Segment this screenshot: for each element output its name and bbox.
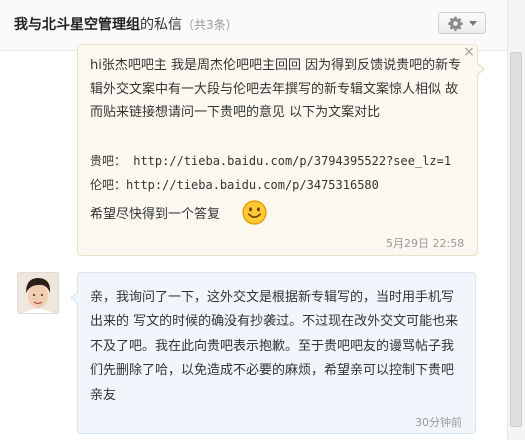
- sent-message-closing: 希望尽快得到一个答复: [90, 207, 221, 222]
- caret-down-icon: [469, 21, 477, 26]
- received-message-bubble: 亲，我询问了一下，这外交文是根据新专辑写的，当时用手机写出来的 写文的时候的确没…: [70, 272, 476, 434]
- close-icon[interactable]: ×: [462, 45, 476, 59]
- message-count: （共3条）: [182, 18, 238, 32]
- avatar[interactable]: [17, 272, 59, 314]
- conversation-name: 我与北斗星空管理组: [14, 17, 140, 33]
- smiley-face-emoji: [242, 200, 267, 225]
- received-message-time: 30分钟前: [415, 416, 462, 429]
- avatar-portrait-icon: [18, 273, 58, 313]
- title-suffix: 的私信: [140, 17, 182, 33]
- received-message-text: 亲，我询问了一下，这外交文是根据新专辑写的，当时用手机写出来的 写文的时候的确没…: [90, 290, 459, 403]
- scrollbar-thumb[interactable]: [510, 52, 522, 427]
- sent-message-text: hi张杰吧吧主 我是周杰伦吧吧主回回 因为得到反馈说贵吧的新专辑外交文案中有一大…: [90, 58, 462, 120]
- sent-message-time: 5月29日 22:58: [386, 237, 465, 250]
- sent-message-link-2[interactable]: 伦吧：http://tieba.baidu.com/p/3475316580: [90, 175, 379, 195]
- gear-icon: [448, 16, 463, 31]
- conversation-title: 我与北斗星空管理组的私信（共3条）: [14, 15, 238, 35]
- settings-dropdown-button[interactable]: [438, 12, 486, 34]
- sent-message-bubble: × hi张杰吧吧主 我是周杰伦吧吧主回回 因为得到反馈说贵吧的新专辑外交文案中有…: [77, 44, 485, 256]
- sent-message-link-1[interactable]: 贵吧： http://tieba.baidu.com/p/3794395522?…: [90, 151, 451, 171]
